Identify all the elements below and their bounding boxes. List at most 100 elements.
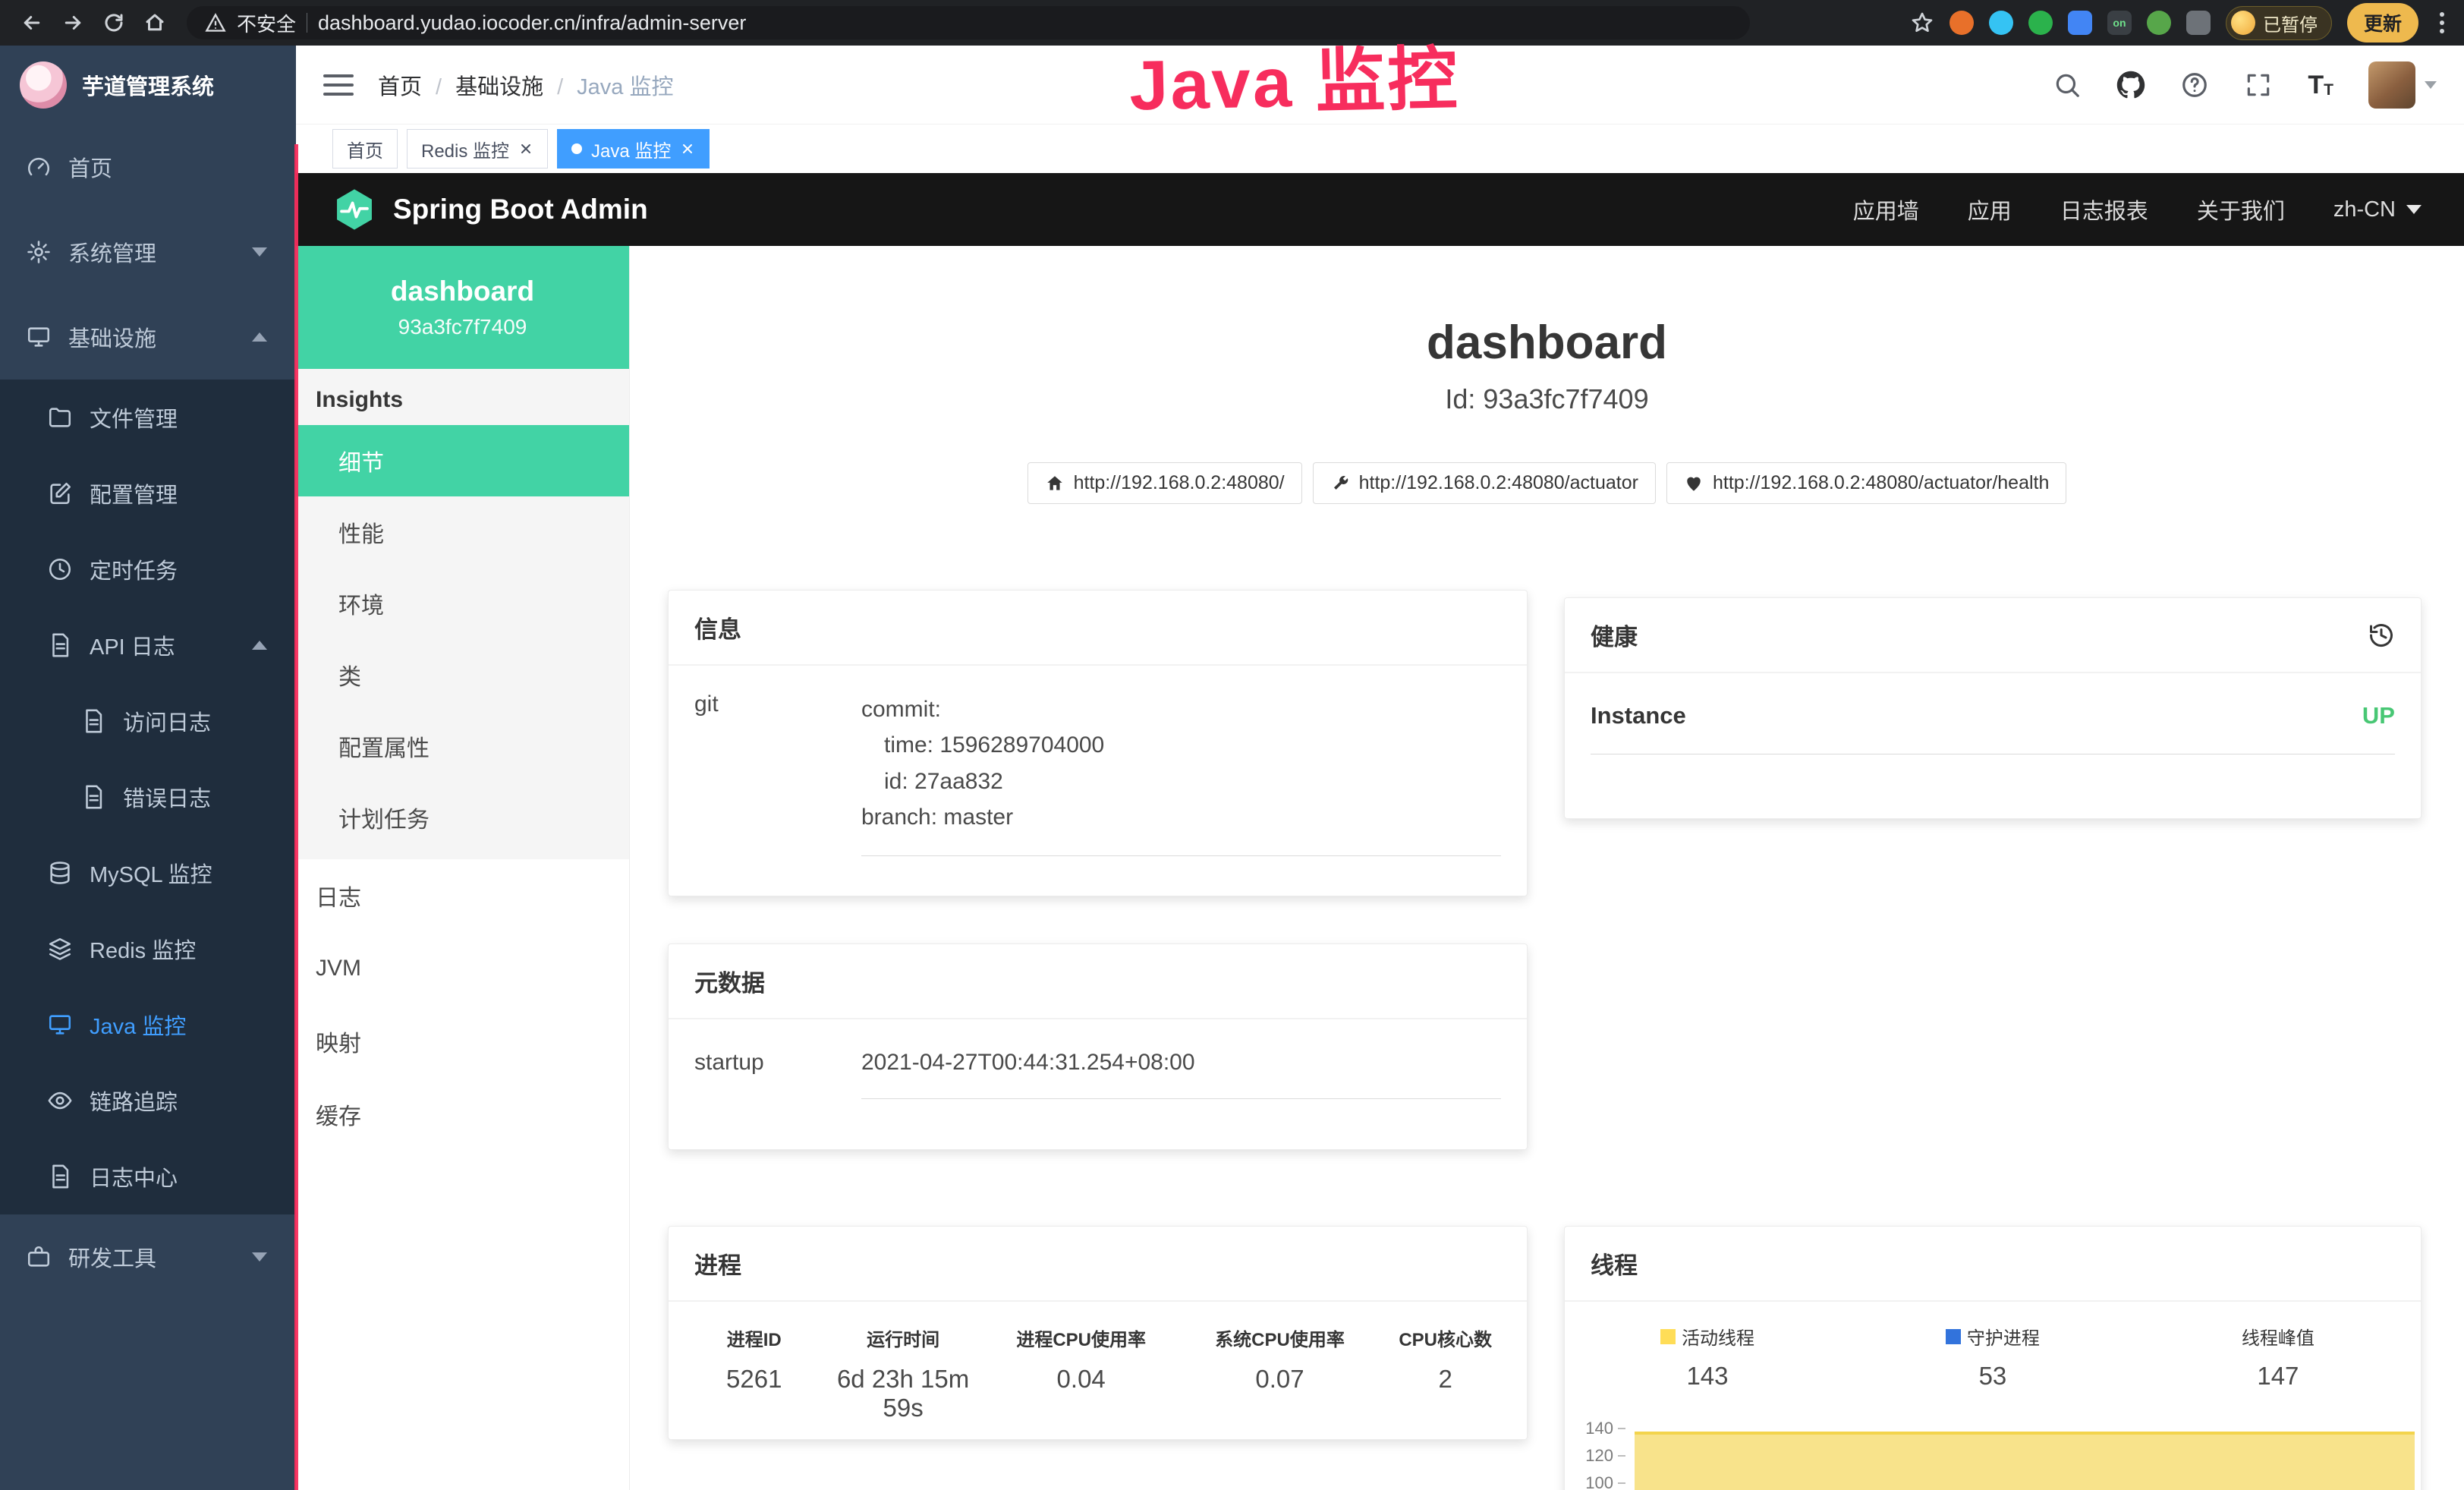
health-url-link[interactable]: http://192.168.0.2:48080/actuator/health	[1666, 462, 2066, 504]
sba-brand-title[interactable]: Spring Boot Admin	[393, 194, 648, 225]
sba-content: dashboard Id: 93a3fc7f7409 http://192.16…	[630, 246, 2464, 1490]
active-threads-area	[1635, 1432, 2415, 1490]
sidebar-item-dev-tools[interactable]: 研发工具	[0, 1214, 296, 1299]
sidebar-item-tracing[interactable]: 链路追踪	[0, 1063, 296, 1139]
extension-icon-grid[interactable]	[2068, 11, 2092, 35]
home-icon	[1045, 474, 1065, 493]
sidebar-item-error-logs[interactable]: 错误日志	[0, 759, 296, 835]
sba-navbar: Spring Boot Admin 应用墙 应用 日志报表 关于我们 zh-CN	[296, 173, 2464, 246]
extension-icon-switch-on[interactable]: on	[2107, 11, 2132, 35]
health-card: 健康 Instance UP	[1564, 597, 2422, 819]
metadata-label: startup	[694, 1050, 861, 1099]
document-icon	[47, 632, 73, 658]
card-title: 进程	[694, 1246, 741, 1281]
tab-redis-monitor[interactable]: Redis 监控	[407, 129, 548, 169]
monitor-icon	[47, 1012, 73, 1038]
sba-menu-details[interactable]: 细节	[296, 425, 629, 496]
instance-name: dashboard	[391, 276, 534, 307]
close-icon[interactable]	[518, 141, 533, 156]
close-icon[interactable]	[680, 141, 695, 156]
service-url-link[interactable]: http://192.168.0.2:48080/	[1027, 462, 1302, 504]
sba-menu-logs[interactable]: 日志	[296, 859, 629, 932]
sidebar-item-api-logs[interactable]: API 日志	[0, 607, 296, 683]
chevron-down-icon	[2425, 81, 2437, 89]
threads-legend: 活动线程 守护进程 线程峰值	[1565, 1302, 2421, 1350]
tab-home[interactable]: 首页	[332, 129, 398, 169]
sba-nav-wallboard[interactable]: 应用墙	[1853, 194, 1919, 225]
fullscreen-icon[interactable]	[2244, 71, 2273, 99]
breadcrumb-infrastructure[interactable]: 基础设施	[455, 69, 577, 101]
sba-menu-scheduled-tasks[interactable]: 计划任务	[296, 782, 629, 853]
instance-id: 93a3fc7f7409	[398, 315, 527, 339]
extension-icon-puzzle[interactable]	[2186, 11, 2211, 35]
sba-nav-applications[interactable]: 应用	[1968, 194, 2012, 225]
refresh-button[interactable]	[96, 5, 132, 41]
sidebar-item-system-management[interactable]: 系统管理	[0, 209, 296, 295]
sidebar-item-log-center[interactable]: 日志中心	[0, 1139, 296, 1214]
actuator-url-link[interactable]: http://192.168.0.2:48080/actuator	[1313, 462, 1656, 504]
sba-menu-caches[interactable]: 缓存	[296, 1078, 629, 1151]
sidebar-item-java-monitor[interactable]: Java 监控	[0, 987, 296, 1063]
user-menu[interactable]	[2368, 61, 2437, 109]
sba-menu-properties[interactable]: 配置属性	[296, 710, 629, 782]
sidebar-item-redis-monitor[interactable]: Redis 监控	[0, 911, 296, 987]
sidebar-item-config-management[interactable]: 配置管理	[0, 455, 296, 531]
tab-java-monitor[interactable]: Java 监控	[557, 129, 710, 169]
page-title: dashboard	[630, 316, 2464, 370]
extension-icon-blue-drop[interactable]	[1989, 11, 2013, 35]
logo-avatar	[20, 61, 67, 109]
chevron-down-icon	[2406, 205, 2422, 214]
browser-menu-icon[interactable]	[2434, 12, 2450, 33]
sba-menu-classes[interactable]: 类	[296, 639, 629, 710]
database-icon	[47, 860, 73, 886]
sidebar-item-scheduled-jobs[interactable]: 定时任务	[0, 531, 296, 607]
clock-icon	[47, 556, 73, 582]
sidebar-item-home[interactable]: 首页	[0, 124, 296, 209]
sidebar-item-mysql-monitor[interactable]: MySQL 监控	[0, 835, 296, 911]
address-bar[interactable]: 不安全 dashboard.yudao.iocoder.cn/infra/adm…	[187, 6, 1750, 39]
update-button[interactable]: 更新	[2347, 3, 2418, 43]
locale-selector[interactable]: zh-CN	[2333, 197, 2422, 222]
locale-label: zh-CN	[2333, 197, 2396, 222]
extension-icon-leaf[interactable]	[2147, 11, 2171, 35]
security-label: 不安全	[237, 9, 296, 37]
sidebar-item-access-logs[interactable]: 访问日志	[0, 683, 296, 759]
metadata-row: startup 2021-04-27T00:44:31.254+08:00	[694, 1050, 1501, 1099]
history-icon[interactable]	[2368, 622, 2395, 649]
instance-header: dashboard 93a3fc7f7409	[296, 246, 629, 369]
not-secure-warning-icon	[205, 12, 226, 33]
url-text: dashboard.yudao.iocoder.cn/infra/admin-s…	[318, 11, 746, 35]
y-axis-tick: 100	[1585, 1473, 1625, 1490]
switch-on-badge: on	[2113, 17, 2126, 29]
sba-nav-about[interactable]: 关于我们	[2197, 194, 2285, 225]
health-instance-row: Instance UP	[1591, 702, 2395, 754]
help-icon[interactable]	[2180, 71, 2209, 99]
chevron-up-icon	[252, 641, 267, 650]
sba-menu-performance[interactable]: 性能	[296, 496, 629, 568]
breadcrumb-home[interactable]: 首页	[378, 69, 455, 101]
back-button[interactable]	[14, 5, 50, 41]
browser-profile-chip[interactable]: 已暂停	[2226, 6, 2332, 40]
sidebar-item-file-management[interactable]: 文件管理	[0, 380, 296, 455]
sba-menu-jvm[interactable]: JVM	[296, 932, 629, 1005]
search-icon[interactable]	[2053, 71, 2082, 99]
home-button[interactable]	[137, 5, 173, 41]
threads-legend-values: 143 53 147	[1565, 1362, 2421, 1391]
active-tab-dot	[571, 143, 582, 154]
font-size-icon[interactable]: TT	[2308, 72, 2333, 98]
process-table-header: 进程ID 运行时间 进程CPU使用率 系统CPU使用率 CPU核心数	[684, 1325, 1512, 1351]
sidebar-collapse-icon[interactable]	[323, 74, 354, 96]
document-icon	[80, 708, 106, 734]
bookmark-star-icon[interactable]	[1910, 11, 1934, 35]
app-logo: 芋道管理系统	[0, 46, 296, 124]
y-axis-tick: 140	[1585, 1419, 1625, 1438]
sidebar-item-infrastructure[interactable]: 基础设施	[0, 295, 296, 380]
heart-icon	[1684, 474, 1704, 493]
sba-menu-mappings[interactable]: 映射	[296, 1005, 629, 1078]
forward-button[interactable]	[55, 5, 91, 41]
github-icon[interactable]	[2116, 71, 2145, 99]
sba-menu-environment[interactable]: 环境	[296, 568, 629, 639]
extension-icon-green[interactable]	[2028, 11, 2053, 35]
extension-icon-orange[interactable]	[1949, 11, 1974, 35]
sba-nav-journal[interactable]: 日志报表	[2060, 194, 2148, 225]
